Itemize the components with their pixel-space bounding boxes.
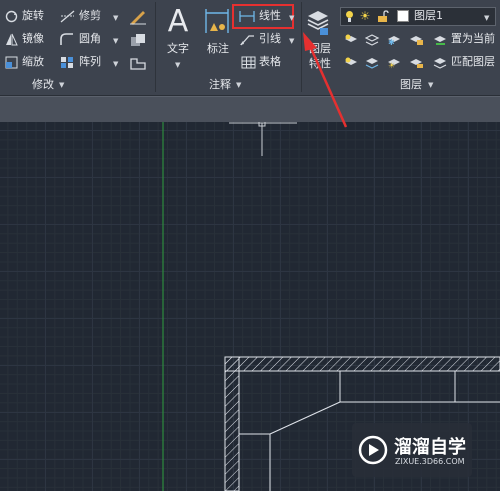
bulb-icon[interactable] — [344, 9, 354, 23]
layer-freeze-icon[interactable]: ✱ — [386, 32, 402, 46]
leader-button[interactable]: 引线 — [259, 32, 281, 46]
rotate-icon[interactable] — [4, 9, 18, 23]
stretch-icon[interactable] — [128, 54, 148, 72]
modify-group-label[interactable]: 修改 — [32, 76, 54, 92]
layer-on-icon[interactable] — [343, 55, 359, 69]
layer-unlock-icon[interactable] — [408, 55, 424, 69]
linear-button[interactable]: 线性 — [259, 9, 281, 23]
watermark-name: 溜溜自学 — [394, 437, 466, 458]
separator — [155, 2, 156, 92]
layer-unisolate-icon[interactable] — [364, 55, 380, 69]
layers-group-label[interactable]: 图层 — [400, 76, 422, 92]
watermark-logo-icon — [358, 435, 388, 465]
annotation-group-dropdown-icon[interactable]: ▼ — [236, 78, 241, 92]
table-icon[interactable] — [240, 55, 256, 69]
wall-top — [224, 356, 500, 372]
trim-dropdown-icon[interactable]: ▼ — [113, 11, 118, 25]
match-layer-button[interactable]: 匹配图层 — [451, 55, 495, 69]
array-dropdown-icon[interactable]: ▼ — [113, 57, 118, 71]
fillet-button[interactable]: 圆角 — [79, 32, 101, 46]
leader-dropdown-icon[interactable]: ▼ — [289, 34, 294, 48]
cabinet-line — [269, 401, 341, 435]
table-button[interactable]: 表格 — [259, 55, 281, 69]
wall-left — [224, 356, 240, 491]
linear-dimension-icon[interactable] — [238, 9, 256, 23]
fillet-dropdown-icon[interactable]: ▼ — [113, 34, 118, 48]
layer-properties-label-1[interactable]: 图层 — [309, 42, 331, 56]
layer-properties-icon[interactable] — [305, 7, 331, 37]
layers-group-dropdown-icon[interactable]: ▼ — [428, 78, 433, 92]
copy-icon[interactable] — [128, 31, 148, 49]
layer-isolate-icon[interactable] — [364, 32, 380, 46]
layer-lock-icon[interactable] — [408, 32, 424, 46]
tab-bar — [0, 96, 500, 123]
array-button[interactable]: 阵列 — [79, 55, 101, 69]
text-button[interactable]: 文字 — [167, 42, 189, 56]
pencil-icon[interactable] — [128, 8, 148, 26]
leader-icon[interactable] — [238, 32, 256, 46]
current-layer-name: 图层1 — [414, 9, 443, 22]
layer-color-swatch[interactable] — [397, 10, 409, 22]
mirror-icon[interactable] — [4, 32, 18, 46]
match-layer-icon[interactable] — [432, 55, 448, 69]
trim-button[interactable]: 修剪 — [79, 9, 101, 23]
layer-dropdown-icon[interactable]: ▼ — [484, 11, 489, 25]
trim-icon[interactable] — [59, 9, 75, 23]
svg-text:✱: ✱ — [388, 38, 395, 46]
layer-off-icon[interactable] — [343, 32, 359, 46]
scale-button[interactable]: 缩放 — [22, 55, 44, 69]
linear-dropdown-icon[interactable]: ▼ — [289, 11, 294, 25]
ribbon-panel: 旋转 镜像 缩放 修剪 ▼ 圆角 ▼ 阵列 ▼ 修改 ▼ A 文字 ▼ 标注 线 — [0, 0, 500, 96]
set-current-icon[interactable] — [432, 32, 448, 46]
separator — [301, 2, 302, 92]
dimension-icon[interactable] — [203, 6, 231, 36]
svg-text:☀: ☀ — [388, 61, 395, 69]
text-dropdown-icon[interactable]: ▼ — [175, 58, 180, 72]
layer-thaw-icon[interactable]: ☀ — [386, 55, 402, 69]
modify-group-dropdown-icon[interactable]: ▼ — [59, 78, 64, 92]
watermark: 溜溜自学 ZIXUE.3D66.COM — [352, 423, 472, 477]
fillet-icon[interactable] — [59, 32, 75, 46]
dimension-button[interactable]: 标注 — [207, 42, 229, 56]
rotate-button[interactable]: 旋转 — [22, 9, 44, 23]
set-current-button[interactable]: 置为当前 — [451, 32, 495, 46]
scale-icon[interactable] — [4, 55, 18, 69]
annotation-group-label[interactable]: 注释 — [209, 76, 231, 92]
sun-icon[interactable]: ☀ — [358, 9, 372, 23]
mirror-button[interactable]: 镜像 — [22, 32, 44, 46]
layer-properties-label-2[interactable]: 特性 — [309, 57, 331, 71]
unlock-icon[interactable] — [376, 9, 390, 23]
text-icon[interactable]: A — [163, 4, 193, 39]
array-icon[interactable] — [59, 55, 75, 69]
watermark-url: ZIXUE.3D66.COM — [395, 457, 465, 466]
